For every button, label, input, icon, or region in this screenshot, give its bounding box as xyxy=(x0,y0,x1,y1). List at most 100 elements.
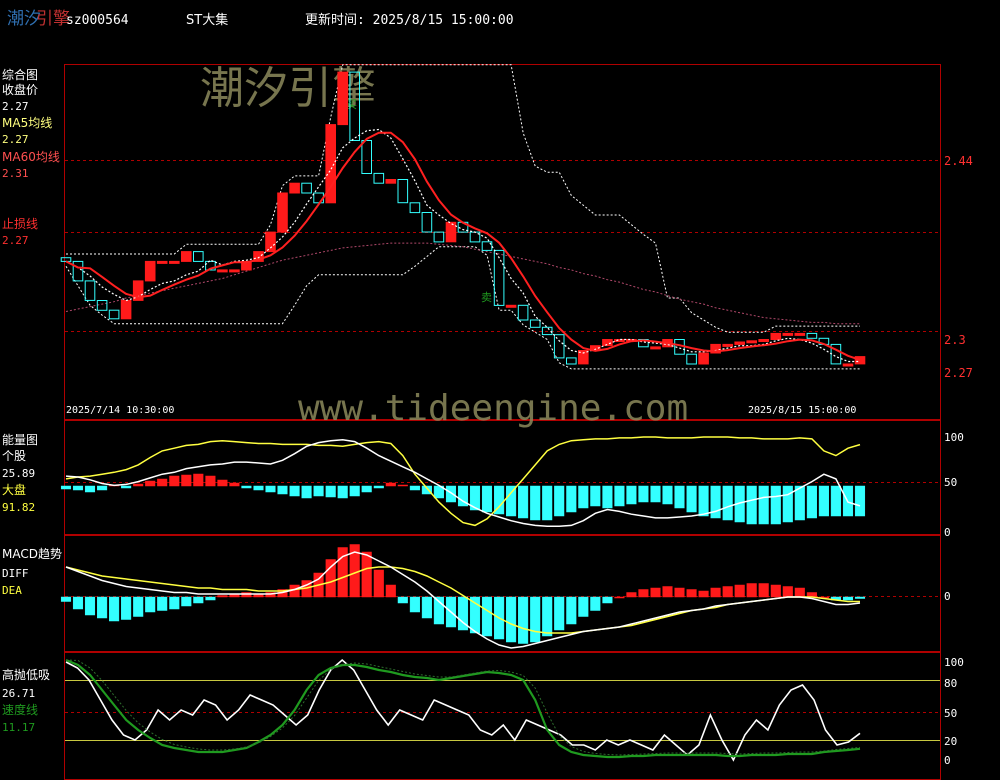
stock-chart-canvas: 潮汐 引擎 sz000564 ST大集 更新时间: 2025/8/15 15:0… xyxy=(2,9,973,780)
energy-bar xyxy=(782,485,793,523)
close-value: 2.27 xyxy=(2,100,29,113)
energy-bar xyxy=(590,485,601,507)
watermark-url: www.tideengine.com xyxy=(298,388,688,429)
main-tick-label: 2.27 xyxy=(944,366,973,380)
date-end: 2025/8/15 15:00:00 xyxy=(748,405,856,416)
macd-bar xyxy=(566,596,577,625)
energy-tick-label: 50 xyxy=(944,476,957,489)
macd-bar xyxy=(60,596,72,602)
ma60-value: 2.31 xyxy=(2,167,29,180)
energy-bar xyxy=(373,485,384,489)
candle xyxy=(409,202,421,214)
candle xyxy=(541,326,553,336)
macd-bar xyxy=(409,596,420,613)
macd-bar xyxy=(554,596,565,631)
energy-bar xyxy=(385,482,396,487)
macd-bar xyxy=(746,583,757,598)
candle xyxy=(746,340,758,344)
candle xyxy=(770,332,782,340)
energy-bar xyxy=(854,485,866,517)
energy-bar xyxy=(193,473,204,487)
osc-speed-label: 速度线 xyxy=(2,702,38,717)
candle xyxy=(782,332,794,336)
energy-bar xyxy=(229,482,240,487)
energy-bar xyxy=(542,485,553,521)
macd-bar xyxy=(181,596,192,607)
macd-bar xyxy=(854,596,866,599)
macd-bar xyxy=(109,596,120,622)
macd-bar xyxy=(361,551,372,598)
macd-bar xyxy=(325,559,336,598)
candle xyxy=(517,304,529,321)
macd-bar xyxy=(481,596,493,637)
energy-bar xyxy=(578,485,589,509)
stop-value: 2.27 xyxy=(2,234,29,247)
energy-bar xyxy=(806,485,817,519)
ma5-dotted-line xyxy=(65,128,860,363)
candle xyxy=(265,231,276,253)
macd-bar xyxy=(686,589,697,598)
candle xyxy=(553,334,565,359)
candle xyxy=(108,309,120,320)
main-tick-label: 2.44 xyxy=(944,154,973,168)
energy-bar xyxy=(133,483,144,487)
upper-band-line xyxy=(66,64,860,333)
candle xyxy=(181,251,192,262)
candle xyxy=(72,260,84,282)
candle xyxy=(169,260,180,264)
macd-bar xyxy=(590,596,601,611)
macd-bar xyxy=(626,592,637,598)
macd-bar xyxy=(397,596,408,604)
energy-bar xyxy=(602,485,613,509)
energy-tick-label: 0 xyxy=(944,526,951,539)
macd-bar xyxy=(72,596,84,610)
energy-bar xyxy=(325,485,336,498)
energy-bar xyxy=(662,485,673,505)
macd-bar xyxy=(710,587,721,598)
macd-bar xyxy=(373,569,384,598)
ma5-label: MA5均线 xyxy=(2,116,52,130)
candle xyxy=(289,182,300,194)
macd-bar xyxy=(217,595,228,598)
price-series xyxy=(60,64,866,370)
energy-bar xyxy=(361,485,372,493)
energy-bar xyxy=(758,485,769,525)
candle xyxy=(361,140,372,174)
energy-bar xyxy=(818,485,829,517)
candle xyxy=(156,260,168,264)
energy-bar xyxy=(650,485,661,503)
osc-title: 高抛低吸 xyxy=(2,667,50,682)
macd-bar xyxy=(385,584,396,598)
candle xyxy=(217,269,228,273)
energy-market-label: 大盘 xyxy=(2,482,26,497)
energy-bar xyxy=(60,485,72,490)
candle xyxy=(602,339,613,347)
update-time: 更新时间: 2025/8/15 15:00:00 xyxy=(305,12,514,28)
energy-bar xyxy=(722,485,733,521)
energy-stock-label: 个股 xyxy=(2,449,26,463)
macd-bar xyxy=(145,596,156,613)
candle xyxy=(650,346,661,350)
energy-bar xyxy=(217,479,228,487)
energy-bar xyxy=(794,485,805,521)
macd-bar xyxy=(97,596,108,619)
candle xyxy=(120,300,132,320)
close-label: 收盘价 xyxy=(2,82,38,97)
candle xyxy=(385,179,397,184)
macd-bar xyxy=(157,596,168,611)
macd-bar xyxy=(638,589,649,598)
osc-tick-label: 20 xyxy=(944,735,957,748)
macd-bar xyxy=(530,596,541,643)
candle xyxy=(698,352,709,365)
macd-bar xyxy=(205,596,216,601)
candle xyxy=(854,356,866,365)
energy-bar xyxy=(72,485,84,491)
macd-bar xyxy=(698,590,709,598)
candle xyxy=(433,231,445,243)
candle xyxy=(301,182,312,194)
macd-bar xyxy=(758,583,769,598)
macd-bar xyxy=(734,584,745,598)
candle xyxy=(806,332,818,339)
energy-bar xyxy=(301,485,312,499)
energy-bar xyxy=(205,475,216,487)
